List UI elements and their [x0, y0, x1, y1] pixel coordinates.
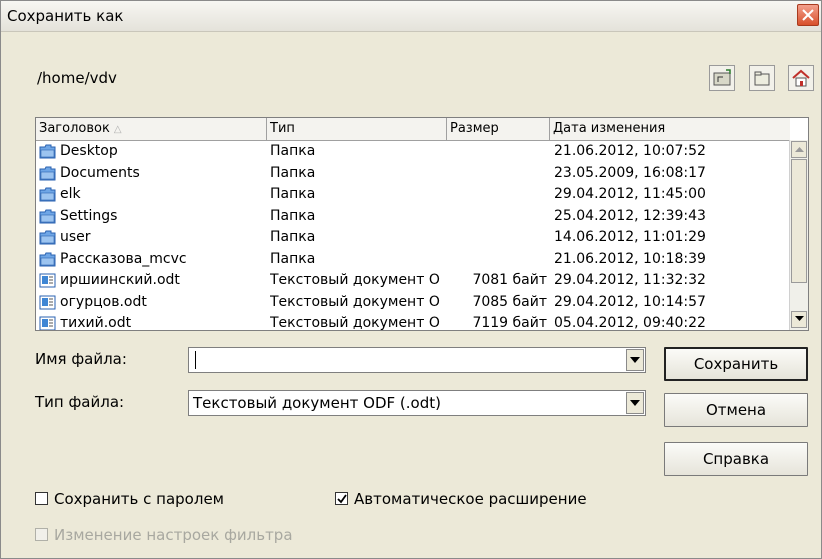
folder-up-button[interactable]: [709, 65, 735, 91]
checkbox-label: Автоматическое расширение: [354, 490, 587, 508]
file-date: 29.04.2012, 11:45:00: [554, 186, 706, 202]
file-row[interactable]: elk Папка 29.04.2012, 11:45:00: [36, 184, 790, 206]
home-button[interactable]: [788, 65, 814, 91]
column-header-name[interactable]: Заголовок △: [36, 118, 267, 140]
file-type: Папка: [270, 250, 316, 267]
close-button[interactable]: [797, 4, 819, 26]
chevron-down-icon: [630, 400, 640, 406]
close-icon: [802, 9, 814, 21]
new-folder-button[interactable]: [749, 65, 775, 91]
current-path: /home/vdv: [37, 69, 117, 87]
text-cursor: [195, 351, 196, 369]
checkmark-icon: [337, 494, 347, 504]
file-size: 7119 байт: [472, 315, 547, 331]
sort-ascending-icon: △: [113, 124, 122, 135]
file-name: огурцов.odt: [60, 293, 147, 310]
help-button[interactable]: Справка: [664, 442, 808, 476]
scroll-down-button[interactable]: [791, 311, 807, 328]
scroll-up-button[interactable]: [791, 141, 807, 158]
save-button[interactable]: Сохранить: [664, 347, 808, 381]
file-date: 29.04.2012, 10:14:57: [554, 293, 706, 310]
document-icon: [39, 295, 56, 309]
filetype-value: Текстовый документ ODF (.odt): [193, 394, 441, 412]
filetype-select[interactable]: Текстовый документ ODF (.odt): [188, 390, 646, 416]
cancel-button[interactable]: Отмена: [664, 393, 808, 427]
file-list-header: Заголовок △ Тип Размер Дата изменения: [36, 118, 790, 141]
file-name: Рассказова_mcvc: [60, 250, 187, 267]
file-name: иршиинский.odt: [60, 272, 180, 288]
file-row[interactable]: иршиинский.odt Текстовый документ O 7081 б…: [36, 270, 790, 292]
checkbox-box: [35, 528, 48, 541]
column-type-label: Тип: [270, 121, 295, 136]
file-type: Папка: [270, 186, 316, 202]
column-name-label: Заголовок: [39, 121, 110, 136]
checkbox-label: Изменение настроек фильтра: [54, 526, 293, 544]
document-icon: [39, 273, 56, 288]
file-date: 14.06.2012, 11:01:29: [554, 229, 706, 245]
filename-label: Имя файла:: [35, 350, 127, 368]
arrow-up-icon: [795, 147, 804, 152]
file-type: Текстовый документ O: [270, 293, 440, 310]
file-type: Папка: [270, 207, 316, 224]
filetype-label: Тип файла:: [35, 393, 125, 411]
scrollbar-thumb[interactable]: [791, 159, 807, 283]
file-row[interactable]: огурцов.odt Текстовый документ O 7085 байт…: [36, 292, 790, 314]
file-date: 21.06.2012, 10:07:52: [554, 143, 706, 159]
column-size-label: Размер: [450, 121, 499, 136]
file-date: 05.04.2012, 09:40:22: [554, 315, 706, 331]
folder-icon: [39, 230, 56, 245]
file-name: тихий.odt: [60, 315, 132, 331]
filename-dropdown-button[interactable]: [626, 349, 644, 371]
document-icon: [39, 316, 56, 330]
folder-up-icon: [713, 69, 731, 86]
file-row[interactable]: Documents Папка 23.05.2009, 16:08:17: [36, 163, 790, 185]
file-name: user: [60, 229, 91, 245]
column-header-type[interactable]: Тип: [267, 118, 447, 140]
file-type: Текстовый документ O: [270, 315, 440, 331]
filetype-dropdown-button[interactable]: [626, 392, 644, 414]
file-size: 7081 байт: [472, 272, 547, 288]
checkbox-box[interactable]: [35, 492, 48, 505]
home-icon: [792, 69, 810, 87]
file-list[interactable]: Заголовок △ Тип Размер Дата изменения Des…: [35, 117, 809, 331]
folder-icon: [39, 144, 56, 159]
file-size: 7085 байт: [472, 293, 547, 310]
column-date-label: Дата изменения: [553, 121, 666, 136]
checkbox-box[interactable]: [335, 492, 348, 505]
file-date: 21.06.2012, 10:18:39: [554, 250, 706, 267]
file-row[interactable]: Settings Папка 25.04.2012, 12:39:43: [36, 206, 790, 228]
column-header-date[interactable]: Дата изменения: [550, 118, 790, 140]
file-type: Папка: [270, 143, 316, 159]
filename-combo[interactable]: [188, 347, 646, 373]
new-folder-icon: [754, 71, 770, 86]
dialog-title: Сохранить как: [7, 7, 124, 25]
file-row[interactable]: Desktop Папка 21.06.2012, 10:07:52: [36, 141, 790, 163]
file-type: Текстовый документ O: [270, 272, 440, 288]
file-date: 29.04.2012, 11:32:32: [554, 272, 706, 288]
title-bar[interactable]: Сохранить как: [1, 1, 821, 32]
file-date: 25.04.2012, 12:39:43: [554, 207, 706, 224]
arrow-down-icon: [795, 316, 804, 321]
file-name: Settings: [60, 207, 118, 224]
file-row[interactable]: user Папка 14.06.2012, 11:01:29: [36, 227, 790, 249]
save-as-dialog: Сохранить как /home/vdv Заголовок △ Тип …: [0, 0, 822, 559]
checkbox-label: Сохранить с паролем: [54, 490, 224, 508]
file-date: 23.05.2009, 16:08:17: [554, 164, 706, 181]
file-name: Desktop: [60, 143, 118, 159]
file-row[interactable]: тихий.odt Текстовый документ O 7119 байт 05…: [36, 313, 790, 331]
file-type: Папка: [270, 164, 316, 181]
file-type: Папка: [270, 229, 316, 245]
file-name: Documents: [60, 164, 140, 181]
folder-icon: [39, 209, 56, 223]
folder-icon: [39, 166, 56, 180]
vertical-scrollbar[interactable]: [789, 140, 808, 330]
chevron-down-icon: [630, 357, 640, 363]
column-header-size[interactable]: Размер: [447, 118, 550, 140]
folder-icon: [39, 187, 56, 202]
folder-icon: [39, 252, 56, 266]
file-row[interactable]: Рассказова_mcvc Папка 21.06.2012, 10:18:39: [36, 249, 790, 271]
file-name: elk: [60, 186, 81, 202]
